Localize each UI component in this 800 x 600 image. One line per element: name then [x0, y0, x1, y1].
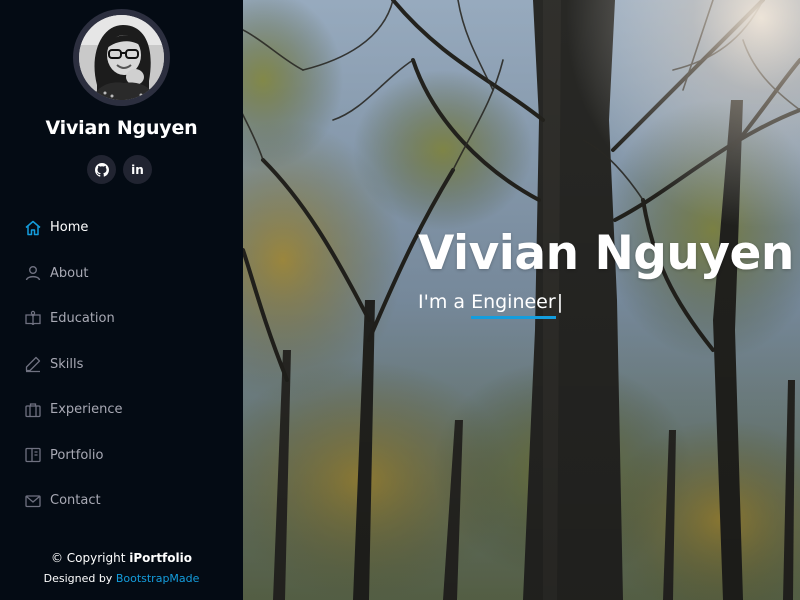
nav-item-about[interactable]: About [0, 251, 243, 297]
credits: Designed by BootstrapMade [0, 572, 243, 585]
briefcase-icon [24, 401, 42, 419]
hero-title: Vivian Nguyen [418, 226, 794, 281]
nav-item-label: Experience [50, 402, 123, 418]
copyright: © Copyright iPortfolio [0, 551, 243, 565]
hero-subtitle: I'm a Engineer| [418, 291, 563, 319]
book-icon [24, 310, 42, 328]
nav-item-label: Skills [50, 356, 84, 372]
sidebar: Vivian Nguyen in Home About Education Sk… [0, 0, 243, 600]
typing-cursor: | [556, 291, 564, 313]
nav-menu: Home About Education Skills Experience P… [0, 205, 243, 524]
copyright-brand: iPortfolio [129, 551, 192, 565]
hero-section: Vivian Nguyen I'm a Engineer| [243, 0, 800, 600]
typed-role: Engineer [471, 291, 556, 319]
nav-item-label: Education [50, 311, 115, 327]
nav-item-home[interactable]: Home [0, 205, 243, 251]
bootstrapmade-link[interactable]: BootstrapMade [116, 572, 200, 585]
home-icon [24, 219, 42, 237]
linkedin-link[interactable]: in [123, 155, 152, 184]
envelope-icon [24, 492, 42, 510]
user-icon [24, 264, 42, 282]
nav-item-portfolio[interactable]: Portfolio [0, 433, 243, 479]
nav-item-label: About [50, 265, 89, 281]
profile-photo [79, 15, 164, 100]
nav-item-contact[interactable]: Contact [0, 478, 243, 524]
profile-avatar [73, 9, 170, 106]
nav-item-education[interactable]: Education [0, 296, 243, 342]
nav-item-skills[interactable]: Skills [0, 342, 243, 388]
github-icon [94, 162, 109, 177]
linkedin-icon: in [131, 162, 144, 177]
profile-name: Vivian Nguyen [45, 117, 198, 139]
nav-item-label: Portfolio [50, 447, 104, 463]
pencil-icon [24, 355, 42, 373]
nav-item-label: Contact [50, 493, 101, 509]
portfolio-icon [24, 446, 42, 464]
github-link[interactable] [87, 155, 116, 184]
credits-prefix: Designed by [43, 572, 116, 585]
nav-item-label: Home [50, 220, 89, 236]
hero-subtitle-prefix: I'm a [418, 291, 472, 313]
nav-item-experience[interactable]: Experience [0, 387, 243, 433]
copyright-prefix: © Copyright [50, 551, 130, 565]
social-links: in [87, 155, 152, 184]
